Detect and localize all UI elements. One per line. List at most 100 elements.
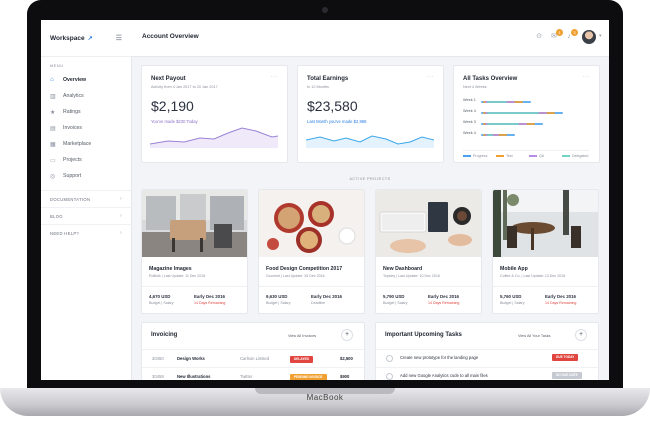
project-date: Early Dec 2016: [428, 294, 460, 299]
support-icon: ◎: [50, 173, 56, 180]
more-options-icon[interactable]: ···: [271, 74, 279, 80]
sidebar-item-marketplace[interactable]: ▦ Marketplace: [41, 136, 131, 152]
add-task-button[interactable]: +: [575, 329, 587, 341]
legend-label: QA: [539, 154, 545, 158]
avatar[interactable]: [582, 30, 596, 44]
chevron-right-icon: ›: [120, 230, 122, 236]
store-icon: ▦: [50, 141, 56, 148]
panel-title: Important Upcoming Tasks: [385, 332, 462, 338]
card-title: Total Earnings: [307, 76, 349, 82]
project-date: Early Dec 2016: [311, 294, 343, 299]
sidebar-item-ratings[interactable]: ★ Ratings: [41, 104, 131, 120]
legend-item: Progress: [463, 154, 487, 158]
messages-badge: 1: [556, 29, 563, 36]
task-checkbox[interactable]: [386, 373, 393, 380]
legend-swatch: [463, 155, 471, 157]
sidebar-item-analytics[interactable]: ▥ Analytics: [41, 88, 131, 104]
card-title: Next Payout: [151, 76, 186, 82]
due-badge: NO DUE DATE: [552, 372, 582, 379]
topbar: Account Overview ⊙ ✉ 1 ♪ 3 ▾: [131, 20, 609, 57]
task-bar: [487, 112, 539, 114]
task-bar: [487, 123, 519, 125]
project-date: Early Dec 2016: [194, 294, 226, 299]
task-week-row: Week 4: [463, 109, 587, 117]
project-meta: Topsley | Last Update: 10 Dec 2016: [383, 274, 440, 278]
task-bar: [487, 101, 507, 103]
project-title: Mobile App: [500, 266, 528, 272]
table-row[interactable]: 30459 New Illustrations Twitter $900 PENDING…: [142, 367, 364, 380]
project-card[interactable]: Food Design Competition 2017 Gourmet | L…: [258, 189, 365, 314]
next-payout-card: Next Payout Activity from 4 Jan 2017 to …: [141, 65, 288, 163]
sidebar-item-support[interactable]: ◎ Support: [41, 168, 131, 184]
more-options-icon[interactable]: ···: [427, 74, 435, 80]
table-row[interactable]: 30450 Design Works Carlson Limited $2,500 DE…: [142, 349, 364, 366]
budget-label: Budget | Salary: [149, 301, 174, 305]
earnings-sparkline: [306, 135, 434, 148]
section-label: ACTIVE PROJECTS: [349, 177, 391, 181]
messages-icon[interactable]: ✉ 1: [549, 29, 563, 42]
legend-label: Delegated: [572, 154, 589, 158]
star-icon: ★: [50, 109, 56, 116]
project-card[interactable]: Mobile App Coffee & Co. | Last Update: 1…: [492, 189, 599, 314]
main-content: Next Payout Activity from 4 Jan 2017 to …: [131, 56, 609, 380]
task-week-row: Week 3: [463, 120, 587, 128]
card-subtitle: In 12 Months: [307, 85, 329, 89]
trend-icon: ↗: [87, 35, 93, 42]
sidebar-group[interactable]: BLOG ›: [41, 207, 131, 224]
invoice-name: Design Works: [177, 356, 205, 361]
screen: Workspace ↗ ☰ MENU ⌂ Overview ▥ Analytics ★ R…: [41, 20, 609, 380]
sidebar: Workspace ↗ ☰ MENU ⌂ Overview ▥ Analytics ★ R…: [41, 20, 132, 380]
task-text: Create new prototype for the landing pag…: [400, 355, 479, 360]
task-row[interactable]: Add new Google Analytics code to all mai…: [376, 367, 598, 380]
task-week-row: Week 4: [463, 131, 587, 139]
sidebar-group-label: NEED HELP?: [50, 230, 80, 236]
task-week-row: Week 1: [463, 98, 587, 106]
sidebar-item-label: Analytics: [63, 93, 84, 99]
invoice-client: Twitter: [240, 374, 253, 379]
budget-label: Budget | Salary: [383, 301, 408, 305]
view-all-invoices-link[interactable]: View All Invoices: [288, 334, 316, 338]
task-checkbox[interactable]: [386, 355, 393, 362]
more-options-icon[interactable]: ···: [583, 74, 591, 80]
date-label: Deadline: [311, 301, 326, 305]
task-bar: [487, 134, 493, 136]
add-invoice-button[interactable]: +: [341, 329, 353, 341]
week-label: Week 3: [463, 120, 476, 124]
folder-icon: ▭: [50, 157, 56, 164]
sidebar-item-invoices[interactable]: ▤ Invoices: [41, 120, 131, 136]
hamburger-menu-icon[interactable]: ☰: [116, 34, 122, 42]
project-image: [493, 190, 598, 257]
week-label: Week 4: [463, 131, 476, 135]
project-card[interactable]: Magazine Images Rollfolk | Last Update: …: [141, 189, 248, 314]
page-title: Account Overview: [142, 33, 199, 40]
sidebar-group[interactable]: DOCUMENTATION ›: [41, 190, 131, 207]
project-title: New Dashboard: [383, 266, 423, 272]
total-earnings-card: Total Earnings In 12 Months ··· $23,580 …: [297, 65, 444, 163]
date-label: 14 Days Remaining: [428, 301, 460, 305]
workspace-name[interactable]: Workspace: [50, 35, 85, 42]
notifications-icon[interactable]: ♪ 3: [564, 29, 578, 42]
lock-icon[interactable]: ⊙: [534, 32, 544, 42]
chevron-right-icon: ›: [120, 213, 122, 219]
sidebar-item-overview[interactable]: ⌂ Overview: [41, 72, 131, 88]
legend-swatch: [529, 155, 537, 157]
project-card[interactable]: New Dashboard Topsley | Last Update: 10 …: [375, 189, 482, 314]
menu-section-label: MENU: [50, 63, 64, 68]
date-label: 14 Days Remaining: [194, 301, 226, 305]
budget-label: Budget | Salary: [266, 301, 291, 305]
due-badge: DUE TODAY: [552, 354, 579, 361]
project-date: Early Dec 2016: [545, 294, 577, 299]
sidebar-group-label: DOCUMENTATION: [50, 196, 91, 202]
card-subtitle: Activity from 4 Jan 2017 to 20 Jan 2017: [151, 85, 218, 89]
chevron-down-icon[interactable]: ▾: [599, 33, 602, 39]
camera-dot: [322, 7, 328, 13]
sidebar-item-projects[interactable]: ▭ Projects: [41, 152, 131, 168]
card-title: All Tasks Overview: [463, 76, 518, 82]
view-all-tasks-link[interactable]: View All Your Tasks: [518, 334, 551, 338]
week-label: Week 1: [463, 98, 476, 102]
task-row[interactable]: Create new prototype for the landing pag…: [376, 349, 598, 366]
legend-label: Test: [506, 154, 513, 158]
sidebar-group[interactable]: NEED HELP? ›: [41, 224, 131, 241]
legend-label: Progress: [473, 154, 488, 158]
sidebar-item-label: Support: [63, 173, 82, 179]
